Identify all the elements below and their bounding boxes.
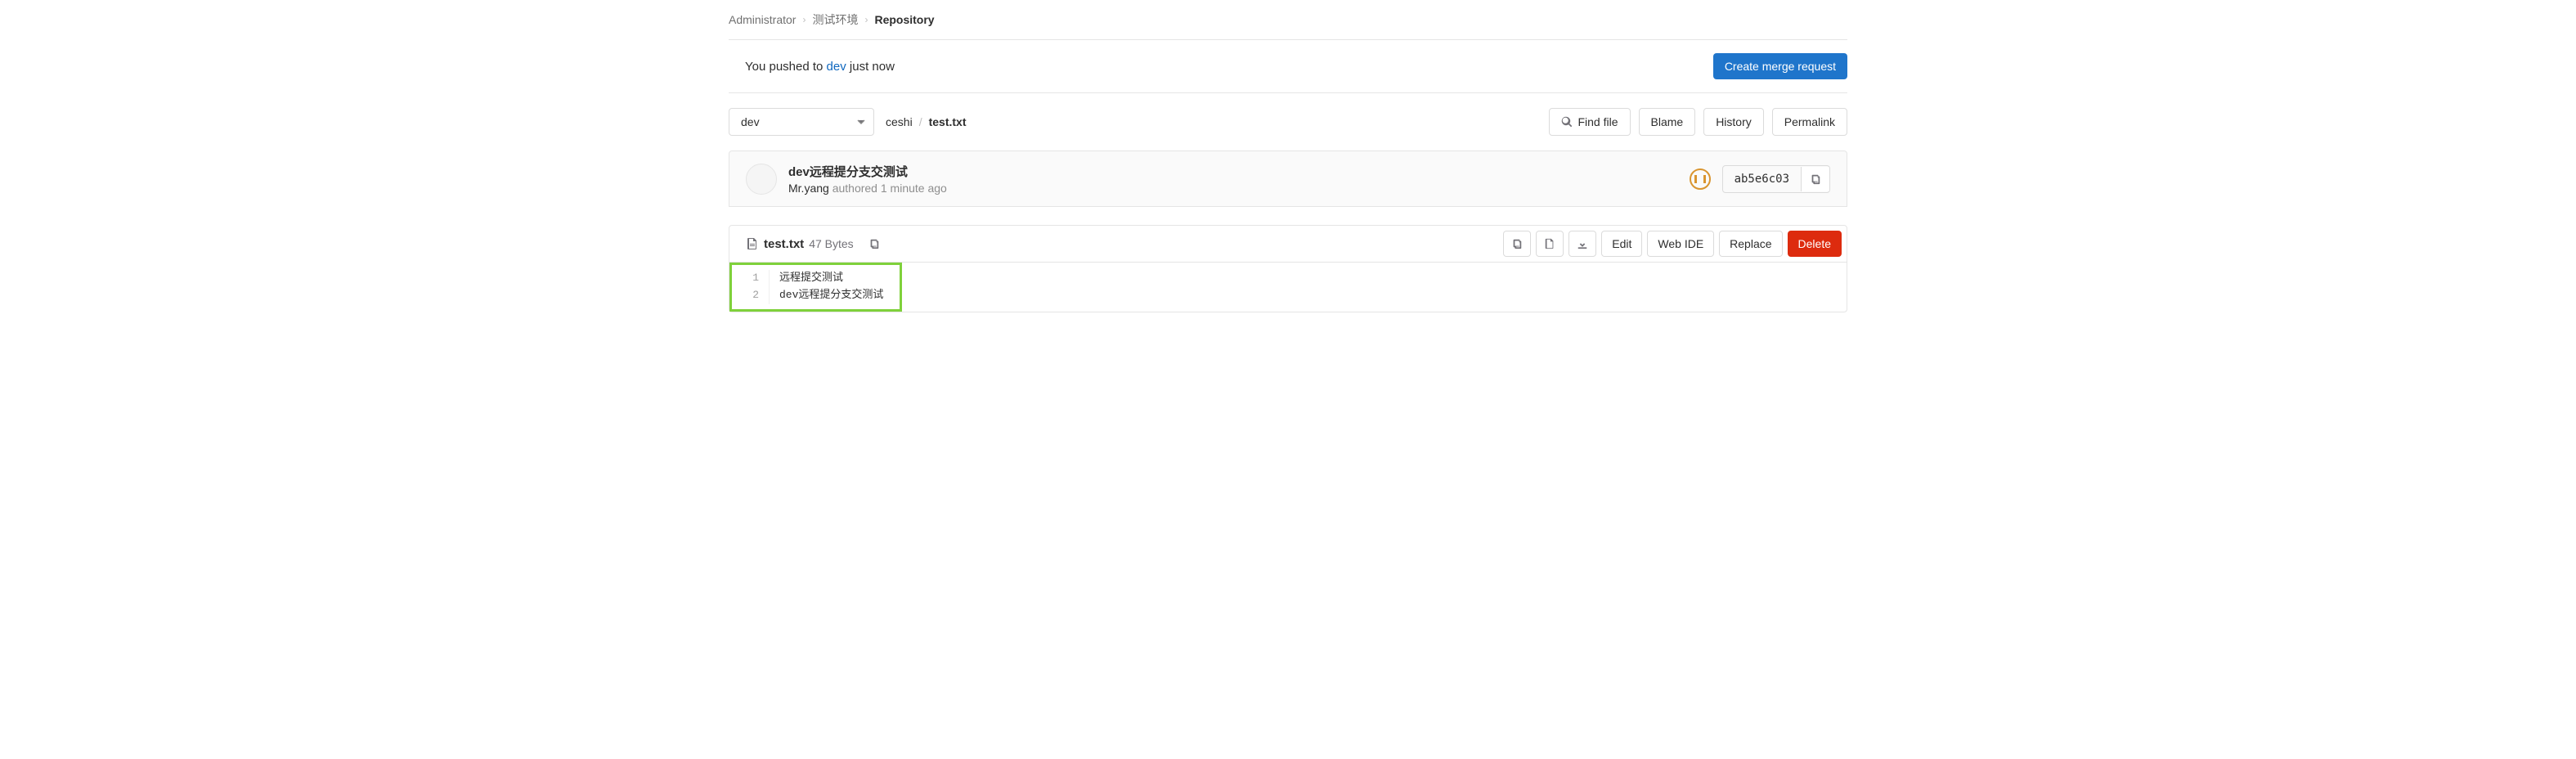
copy-path-button[interactable] xyxy=(868,238,880,249)
download-icon xyxy=(1577,238,1588,249)
line-content[interactable]: dev远程提分支交测试 xyxy=(770,287,900,304)
code-line[interactable]: 1 远程提交测试 xyxy=(732,270,900,287)
line-content[interactable]: 远程提交测试 xyxy=(770,270,859,287)
create-merge-request-button[interactable]: Create merge request xyxy=(1713,53,1847,79)
path-separator: / xyxy=(919,115,922,128)
path-segment[interactable]: ceshi xyxy=(886,115,913,128)
branch-selector[interactable]: dev xyxy=(729,108,874,136)
permalink-button[interactable]: Permalink xyxy=(1772,108,1847,136)
copy-icon xyxy=(868,238,880,249)
commit-sha[interactable]: ab5e6c03 xyxy=(1723,166,1801,192)
commit-info-row: dev远程提分支交测试 Mr.yang authored 1 minute ag… xyxy=(729,150,1847,207)
file-header: test.txt 47 Bytes Edit Web IDE Replace D… xyxy=(729,225,1847,263)
chevron-right-icon: › xyxy=(802,14,806,25)
branch-name: dev xyxy=(741,115,760,128)
web-ide-button[interactable]: Web IDE xyxy=(1647,231,1714,257)
copy-icon xyxy=(1511,238,1523,249)
breadcrumb-item-env[interactable]: 测试环境 xyxy=(812,11,858,28)
download-button[interactable] xyxy=(1568,231,1596,257)
copy-sha-button[interactable] xyxy=(1801,167,1829,191)
code-viewer: 1 远程提交测试 2 dev远程提分支交测试 xyxy=(729,263,1847,312)
highlighted-region: 1 远程提交测试 2 dev远程提分支交测试 xyxy=(729,263,902,312)
delete-button[interactable]: Delete xyxy=(1788,231,1842,257)
commit-meta: Mr.yang authored 1 minute ago xyxy=(788,182,947,195)
breadcrumb: Administrator › 测试环境 › Repository xyxy=(729,0,1847,40)
push-notification: You pushed to dev just now Create merge … xyxy=(729,40,1847,93)
chevron-right-icon: › xyxy=(864,14,868,25)
raw-button[interactable] xyxy=(1536,231,1564,257)
find-file-button[interactable]: Find file xyxy=(1549,108,1630,136)
push-message: You pushed to dev just now xyxy=(745,60,895,74)
line-number[interactable]: 1 xyxy=(732,270,770,287)
line-number[interactable]: 2 xyxy=(732,287,770,304)
copy-contents-button[interactable] xyxy=(1503,231,1531,257)
search-icon xyxy=(1561,116,1573,128)
document-icon xyxy=(1544,238,1555,249)
avatar[interactable] xyxy=(746,164,777,195)
file-path: ceshi / test.txt xyxy=(886,115,966,128)
breadcrumb-current: Repository xyxy=(874,13,934,26)
commit-title[interactable]: dev远程提分支交测试 xyxy=(788,163,947,180)
file-navigation: dev ceshi / test.txt Find file Blame His… xyxy=(729,93,1847,150)
chevron-down-icon xyxy=(857,118,865,126)
commit-sha-group: ab5e6c03 xyxy=(1722,165,1830,193)
document-icon xyxy=(746,237,759,250)
current-file-name: test.txt xyxy=(929,115,967,128)
copy-icon xyxy=(1810,173,1821,185)
edit-button[interactable]: Edit xyxy=(1601,231,1642,257)
breadcrumb-item-admin[interactable]: Administrator xyxy=(729,13,796,26)
file-name: test.txt xyxy=(764,237,804,251)
history-button[interactable]: History xyxy=(1703,108,1764,136)
replace-button[interactable]: Replace xyxy=(1719,231,1782,257)
code-line[interactable]: 2 dev远程提分支交测试 xyxy=(732,287,900,304)
commit-author-link[interactable]: Mr.yang xyxy=(788,182,829,195)
blame-button[interactable]: Blame xyxy=(1639,108,1696,136)
push-branch-link[interactable]: dev xyxy=(827,60,846,74)
pause-icon xyxy=(1694,175,1706,183)
file-size: 47 Bytes xyxy=(809,237,853,250)
pipeline-status-icon[interactable] xyxy=(1690,168,1711,190)
